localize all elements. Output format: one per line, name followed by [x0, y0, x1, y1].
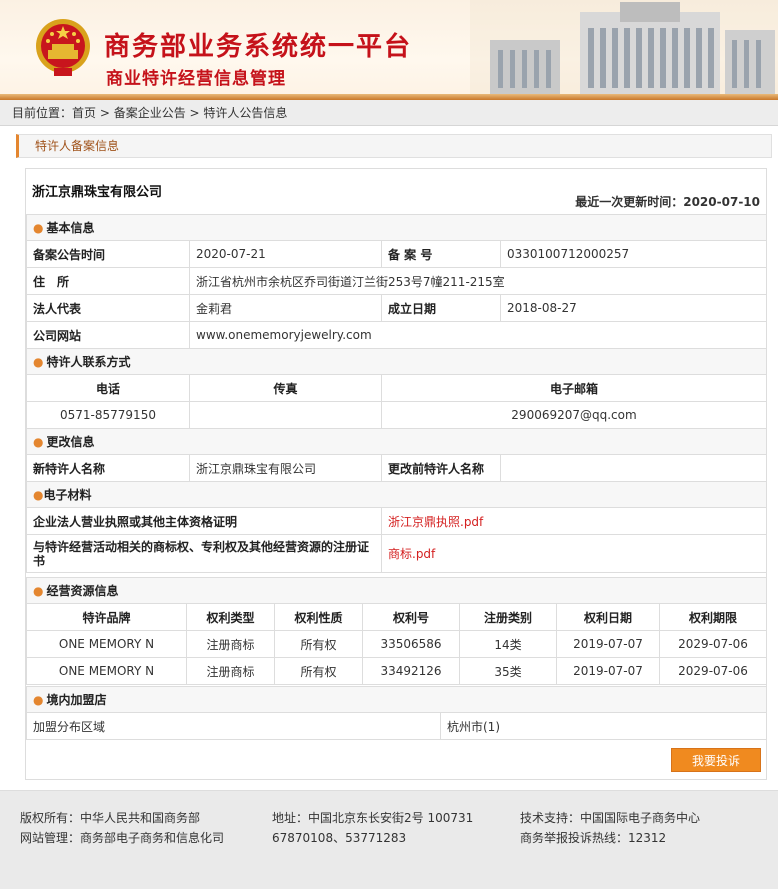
region-label: 加盟分布区域 [26, 712, 441, 740]
website-label: 公司网站 [26, 321, 190, 349]
founded-value: 2018-08-27 [500, 294, 767, 322]
old-name-value [500, 454, 767, 482]
col-right-no: 权利号 [362, 603, 460, 631]
breadcrumb-prefix: 目前位置： [12, 106, 73, 120]
change-heading: ● 更改信息 [26, 428, 767, 455]
bullet-icon: ● [33, 435, 44, 449]
breadcrumb: 目前位置：首页 > 备案企业公告 > 特许人公告信息 [0, 100, 778, 126]
record-time-label: 备案公告时间 [26, 240, 190, 268]
new-name-value: 浙江京鼎珠宝有限公司 [189, 454, 382, 482]
section-title: 特许人备案信息 [16, 134, 772, 158]
stores-table: ● 境内加盟店 加盟分布区域 杭州市(1) [26, 686, 767, 740]
footer-hotline: 商务举报投诉热线：12312 [520, 831, 667, 845]
col-brand: 特许品牌 [26, 603, 187, 631]
breadcrumb-current: 特许人公告信息 [203, 106, 288, 120]
license-label: 企业法人营业执照或其他主体资格证明 [26, 507, 382, 535]
last-updated-value: 2020-07-10 [683, 195, 760, 209]
fax-header: 传真 [189, 374, 382, 402]
breadcrumb-home-link[interactable]: 首页 [72, 106, 96, 120]
col-right-type: 权利类型 [186, 603, 275, 631]
founded-label: 成立日期 [381, 294, 501, 322]
phone-value: 0571-85779150 [26, 401, 190, 429]
email-header: 电子邮箱 [381, 374, 767, 402]
address-label: 住 所 [26, 267, 190, 295]
breadcrumb-notices-link[interactable]: 备案企业公告 [114, 106, 186, 120]
legal-rep-label: 法人代表 [26, 294, 190, 322]
building-illustration-icon [470, 0, 778, 94]
site-header: 商务部业务系统统一平台 商业特许经营信息管理 [0, 0, 778, 100]
info-table: ● 基本信息 备案公告时间 2020-07-21 备 案 号 0330100712… [26, 214, 767, 573]
col-right-date: 权利日期 [556, 603, 660, 631]
materials-heading: ●电子材料 [26, 481, 767, 508]
company-name: 浙江京鼎珠宝有限公司 [32, 185, 163, 200]
col-reg-class: 注册类别 [459, 603, 557, 631]
breadcrumb-separator: > [96, 106, 114, 120]
resources-header-row: 特许品牌 权利类型 权利性质 权利号 注册类别 权利日期 权利期限 [26, 603, 768, 631]
col-right-term: 权利期限 [658, 603, 768, 631]
site-title: 商务部业务系统统一平台 [104, 32, 413, 62]
phone-header: 电话 [26, 374, 190, 402]
fax-value [189, 401, 382, 429]
region-value: 杭州市(1) [440, 712, 767, 740]
footer-support: 技术支持：中国国际电子商务中心 [520, 811, 701, 825]
site-subtitle: 商业特许经营信息管理 [106, 69, 286, 89]
trademark-file-link[interactable]: 商标.pdf [381, 534, 767, 573]
website-value: www.onememoryjewelry.com [189, 321, 767, 349]
stores-heading: ● 境内加盟店 [26, 686, 767, 713]
email-value: 290069207@qq.com [381, 401, 767, 429]
bullet-icon: ● [33, 693, 44, 707]
record-no-label: 备 案 号 [381, 240, 501, 268]
last-updated-label: 最近一次更新时间： [575, 195, 684, 209]
footer-manager: 网站管理：商务部电子商务和信息化司 [20, 831, 225, 845]
record-time-value: 2020-07-21 [189, 240, 382, 268]
footer-copyright: 版权所有：中华人民共和国商务部 [20, 811, 201, 825]
bullet-icon: ● [33, 488, 44, 502]
table-row: ONE MEMORY N 注册商标 所有权 33506586 14类 2019-… [26, 630, 768, 658]
complaint-button[interactable]: 我要投诉 [671, 748, 761, 772]
national-emblem-icon [36, 19, 90, 76]
bullet-icon: ● [33, 221, 44, 235]
resources-heading: ● 经营资源信息 [25, 577, 768, 604]
address-value: 浙江省杭州市余杭区乔司街道汀兰街253号7幢211-215室 [189, 267, 767, 295]
new-name-label: 新特许人名称 [26, 454, 190, 482]
last-updated: 最近一次更新时间：2020-07-10 [575, 193, 760, 210]
col-right-nature: 权利性质 [274, 603, 363, 631]
legal-rep-value: 金莉君 [189, 294, 382, 322]
contact-heading: ● 特许人联系方式 [26, 348, 767, 375]
basic-info-heading: ● 基本信息 [26, 214, 767, 241]
footer-phones: 67870108、53771283 [272, 831, 407, 845]
record-no-value: 0330100712000257 [500, 240, 767, 268]
breadcrumb-separator: > [185, 106, 204, 120]
footer-address: 地址：中国北京东长安街2号 100731 [272, 811, 474, 825]
table-row: ONE MEMORY N 注册商标 所有权 33492126 35类 2019-… [26, 657, 768, 685]
bullet-icon: ● [33, 584, 44, 598]
resources-table: ● 经营资源信息 特许品牌 权利类型 权利性质 权利号 注册类别 权利日期 权利期… [25, 577, 768, 685]
site-footer: 版权所有：中华人民共和国商务部 网站管理：商务部电子商务和信息化司 地址：中国北… [0, 790, 778, 889]
old-name-label: 更改前特许人名称 [381, 454, 501, 482]
license-file-link[interactable]: 浙江京鼎执照.pdf [381, 507, 767, 535]
record-card: 浙江京鼎珠宝有限公司 最近一次更新时间：2020-07-10 ● 基本信息 备案公… [25, 168, 768, 780]
bullet-icon: ● [33, 355, 44, 369]
trademark-label: 与特许经营活动相关的商标权、专利权及其他经营资源的注册证书 [26, 534, 382, 573]
